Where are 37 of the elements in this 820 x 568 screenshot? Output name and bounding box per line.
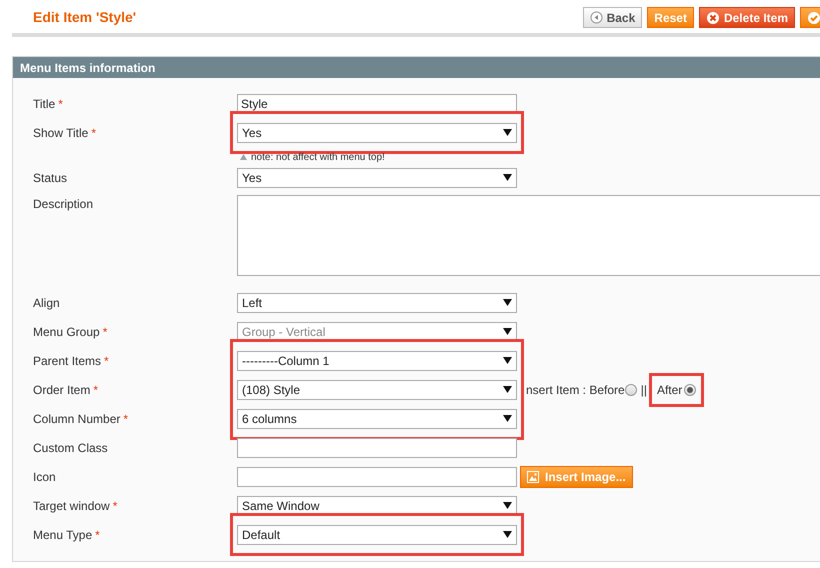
required-mark: * (104, 352, 109, 370)
select-field[interactable]: Left (237, 292, 517, 312)
field-label: Target window (33, 498, 110, 514)
required-mark: * (123, 410, 128, 428)
radio-label: After (656, 382, 682, 398)
text-field[interactable]: Style (237, 94, 517, 114)
field-label: Title (33, 96, 56, 112)
field-label: Status (33, 170, 68, 186)
field-note: note: not affect with menu top! (251, 150, 385, 164)
insert-label: nsert Item : Before (526, 382, 625, 398)
required-mark: * (93, 382, 98, 398)
required-mark: * (58, 96, 63, 112)
field-label: Order Item (33, 382, 90, 398)
select-field[interactable]: Same Window (237, 496, 517, 516)
field-label: Column Number (33, 410, 120, 428)
back-button[interactable]: Back (582, 7, 642, 28)
select-field[interactable]: (108) Style (237, 380, 517, 400)
select-field[interactable]: Default (237, 524, 517, 544)
field-label: Align (33, 294, 60, 312)
required-mark: * (95, 526, 100, 544)
field-label: Parent Items (33, 352, 102, 370)
select-field[interactable]: Yes (237, 168, 517, 188)
required-mark: * (91, 124, 96, 142)
separator-text: || (640, 382, 647, 398)
field-label: Description (33, 196, 94, 213)
field-label: Custom Class (33, 440, 108, 456)
field-label: Menu Group (33, 324, 100, 340)
select-field[interactable]: ---------Column 1 (237, 350, 517, 370)
required-mark: * (112, 498, 118, 514)
field-label: Icon (33, 468, 56, 486)
section-header: Menu Items information (13, 57, 820, 78)
select-field[interactable]: Yes (237, 122, 517, 142)
required-mark: * (102, 324, 108, 340)
field-label: Show Title (33, 124, 88, 142)
page-title: Edit Item 'Style' (33, 8, 136, 27)
field-label: Menu Type (33, 526, 92, 544)
select-field[interactable]: 6 columns (237, 408, 517, 428)
